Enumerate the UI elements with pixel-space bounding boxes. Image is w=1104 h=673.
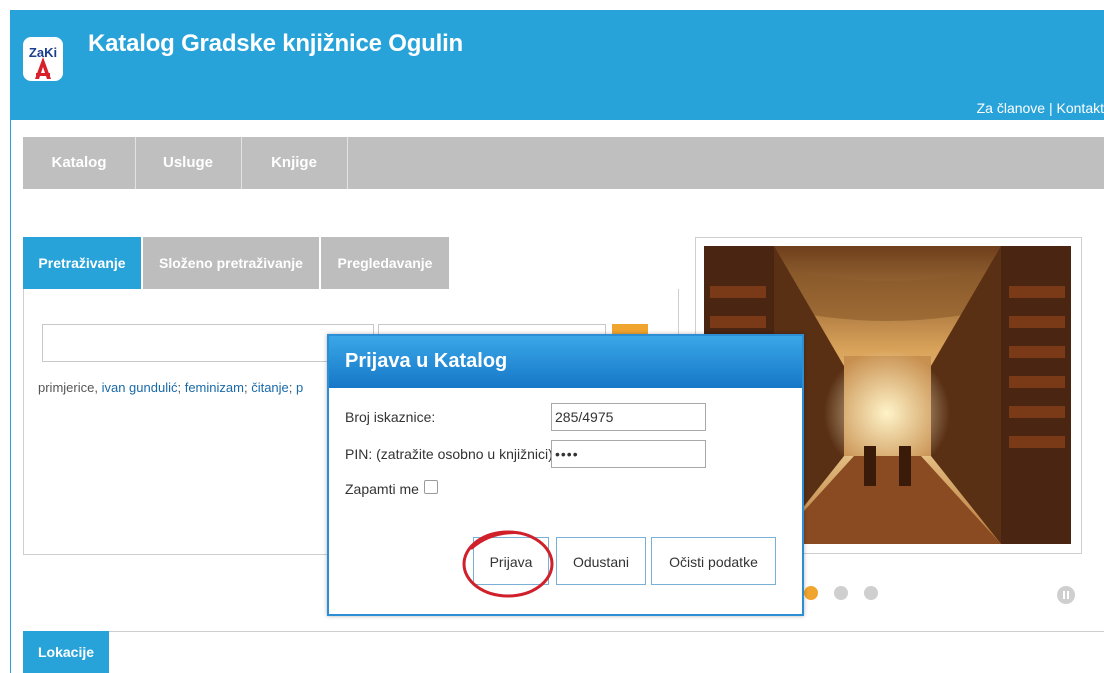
- pin-input[interactable]: ••••: [551, 440, 706, 468]
- dialog-header: Prijava u Katalog: [329, 336, 802, 388]
- example-link[interactable]: čitanje: [251, 380, 289, 395]
- dialog-title: Prijava u Katalog: [345, 350, 508, 372]
- locations-divider: [23, 631, 1104, 632]
- tab-pretrazivanje[interactable]: Pretraživanje: [23, 237, 141, 289]
- example-link[interactable]: p: [296, 380, 303, 395]
- example-link[interactable]: feminizam: [185, 380, 244, 395]
- tab-slozeno-pretrazivanje[interactable]: Složeno pretraživanje: [143, 237, 319, 289]
- link-kontakt[interactable]: Kontakt: [1057, 100, 1104, 116]
- tab-pregledavanje[interactable]: Pregledavanje: [321, 237, 449, 289]
- search-examples: primjerice, ivan gundulić; feminizam; či…: [38, 380, 304, 395]
- slider-dot[interactable]: [864, 586, 878, 600]
- nav-katalog[interactable]: Katalog: [23, 137, 136, 189]
- search-input[interactable]: [42, 324, 374, 362]
- link-za-clanove[interactable]: Za članove: [977, 100, 1045, 116]
- clear-data-button[interactable]: Očisti podatke: [651, 537, 776, 585]
- tab-lokacije[interactable]: Lokacije: [23, 631, 109, 673]
- top-links: Za članove | Kontakt: [977, 100, 1104, 116]
- pin-label: PIN: (zatražite osobno u knjižnici): [345, 446, 553, 462]
- highlight-circle-annotation: [462, 530, 554, 598]
- slider-dot[interactable]: [834, 586, 848, 600]
- slider-pause-button[interactable]: [1057, 586, 1075, 604]
- main-nav: Katalog Usluge Knjige: [23, 137, 1104, 189]
- example-link[interactable]: ivan gundulić: [102, 380, 178, 395]
- header-bar: ZaKi Katalog Gradske knjižnice Ogulin Za…: [10, 10, 1104, 120]
- slider-dot[interactable]: [804, 586, 818, 600]
- nav-usluge[interactable]: Usluge: [135, 137, 242, 189]
- link-separator: |: [1045, 100, 1057, 116]
- nav-knjige[interactable]: Knjige: [241, 137, 348, 189]
- site-title: Katalog Gradske knjižnice Ogulin: [88, 30, 464, 57]
- card-number-label: Broj iskaznice:: [345, 409, 436, 425]
- cancel-button[interactable]: Odustani: [556, 537, 646, 585]
- examples-prefix: primjerice,: [38, 380, 102, 395]
- zaki-logo: ZaKi: [21, 35, 65, 85]
- svg-text:ZaKi: ZaKi: [29, 45, 57, 60]
- card-number-input[interactable]: 285/4975: [551, 403, 706, 431]
- remember-me-label: Zapamti me: [345, 481, 419, 497]
- remember-me-checkbox[interactable]: [424, 480, 438, 494]
